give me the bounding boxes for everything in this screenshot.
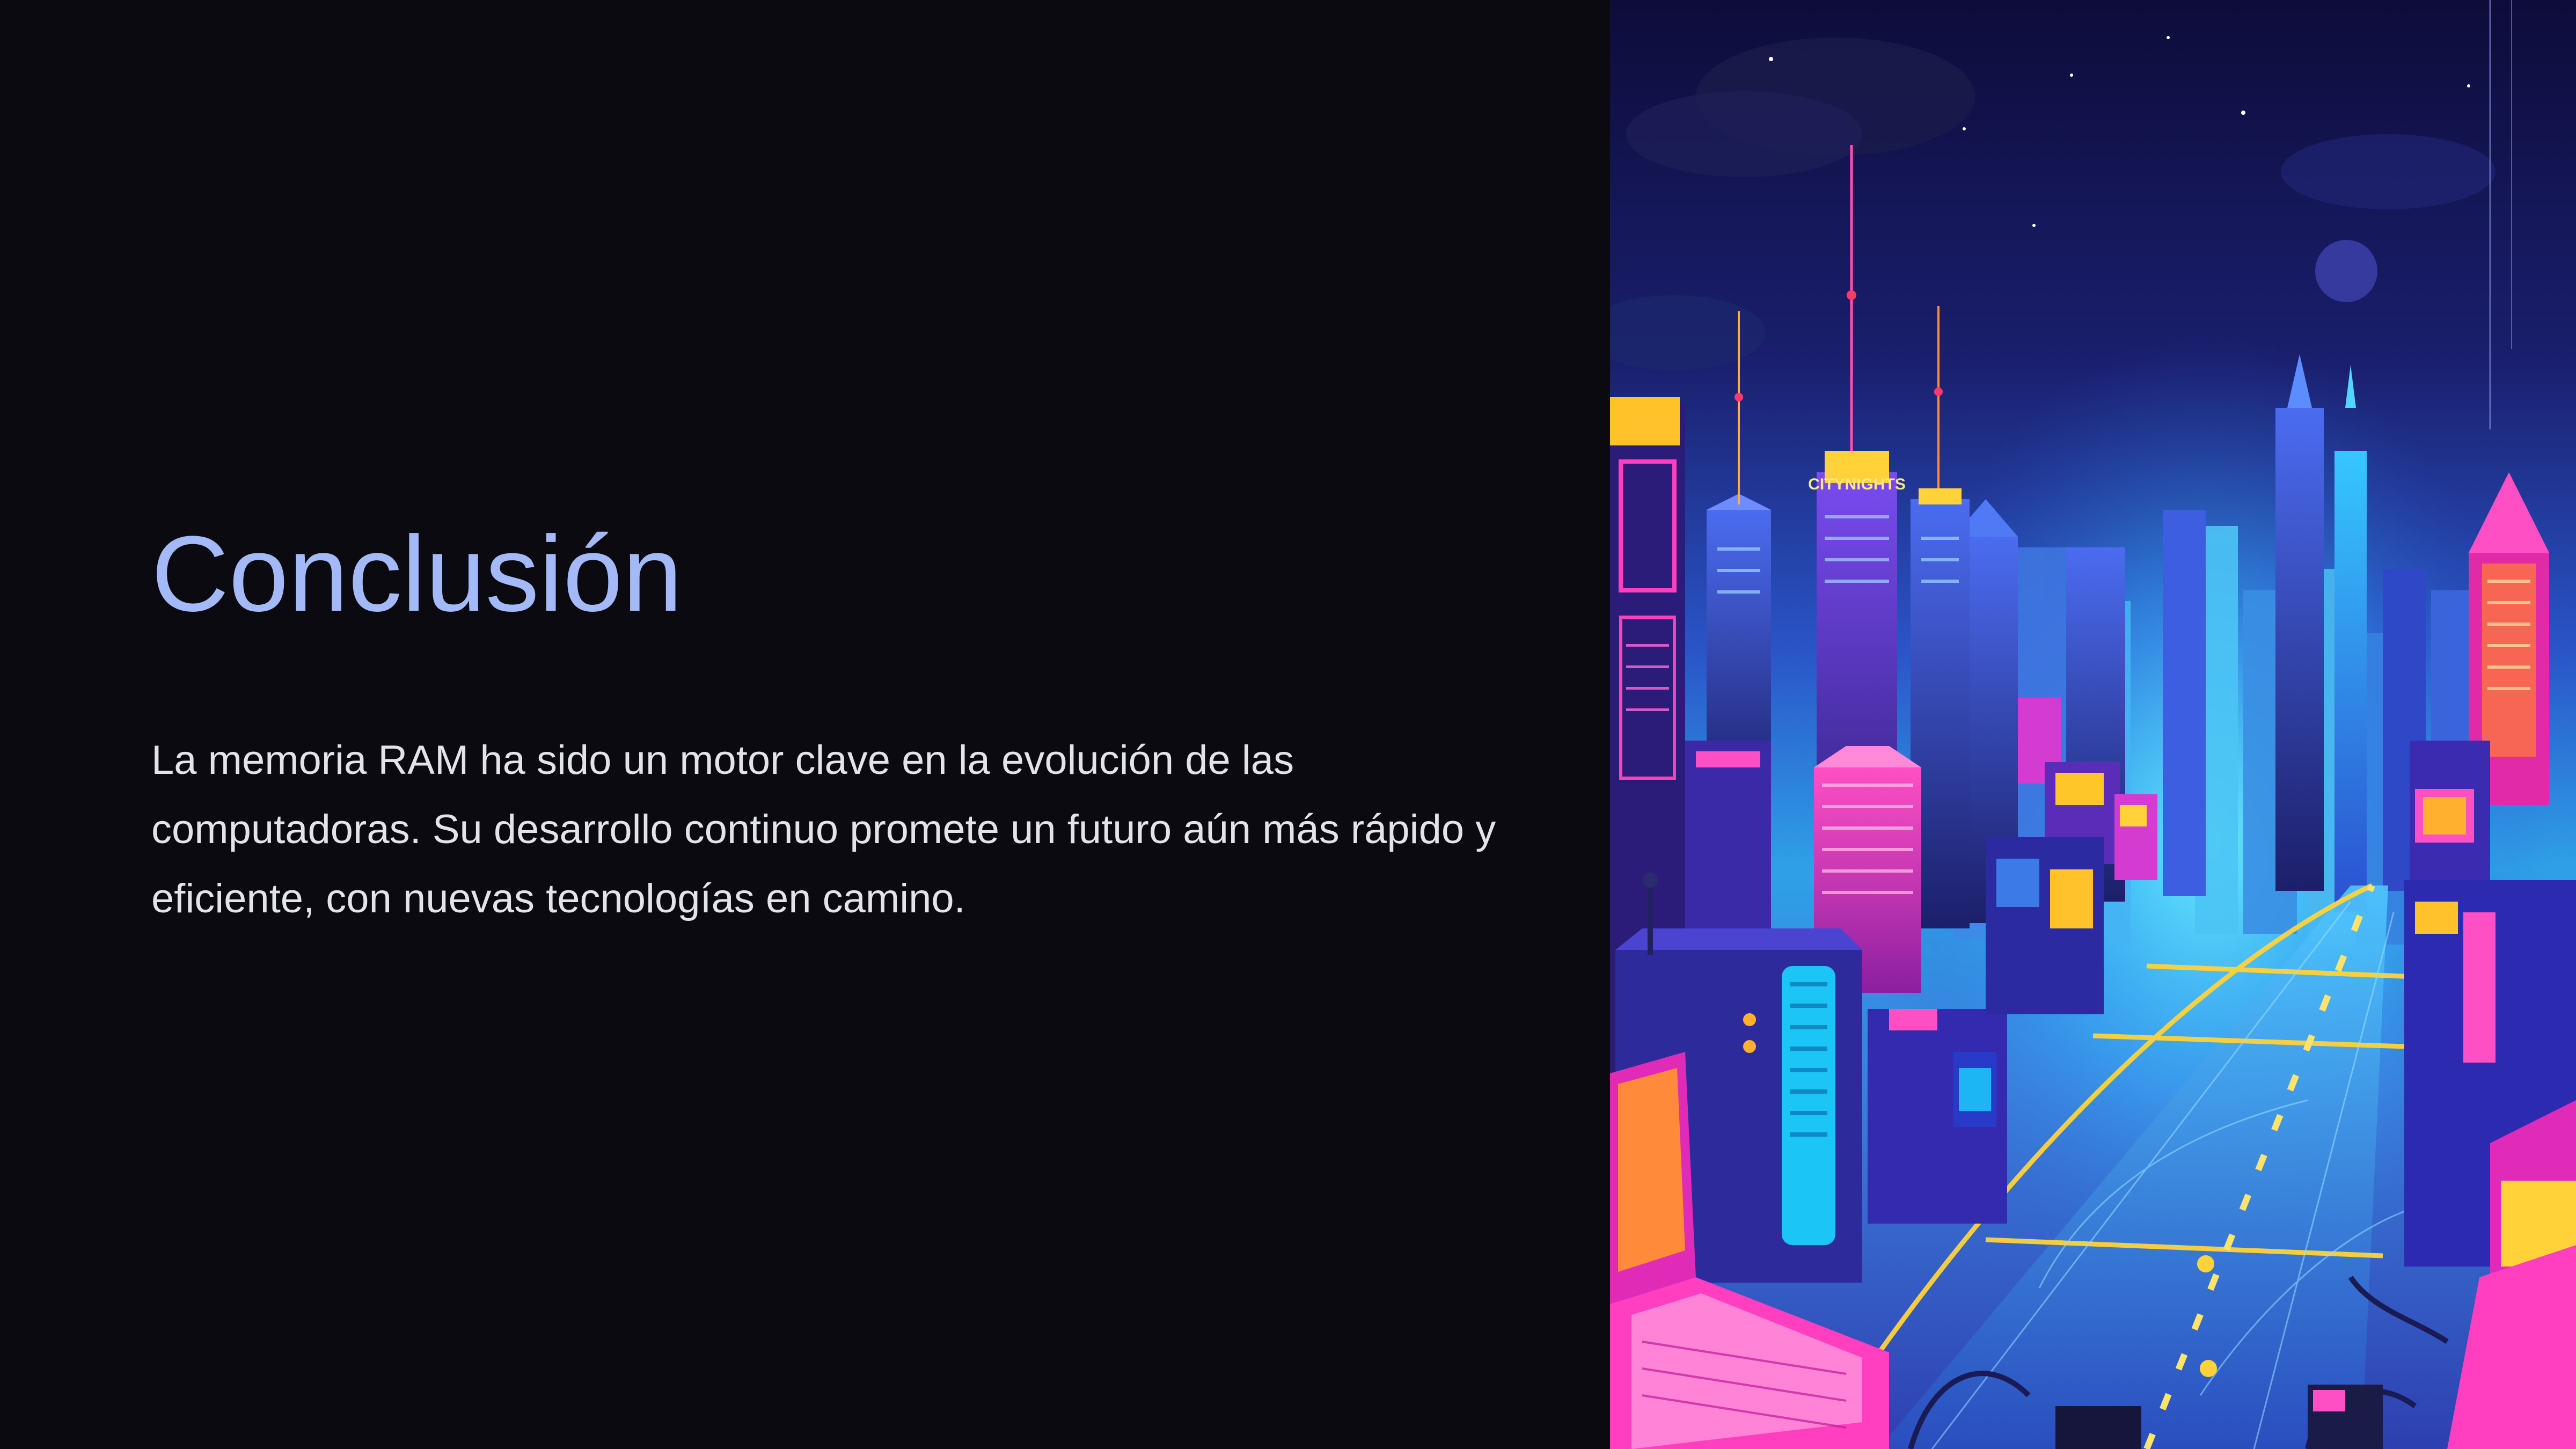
city-illustration: CITYNIGHTS: [1610, 0, 2576, 1449]
neon-city-icon: CITYNIGHTS: [1610, 0, 2576, 1449]
text-panel: Conclusión La memoria RAM ha sido un mot…: [0, 0, 1610, 1449]
tower-sign-text: CITYNIGHTS: [1808, 475, 1906, 493]
slide-title: Conclusión: [151, 514, 683, 634]
presentation-slide: Conclusión La memoria RAM ha sido un mot…: [0, 0, 2576, 1449]
slide-body-text: La memoria RAM ha sido un motor clave en…: [151, 737, 1496, 921]
